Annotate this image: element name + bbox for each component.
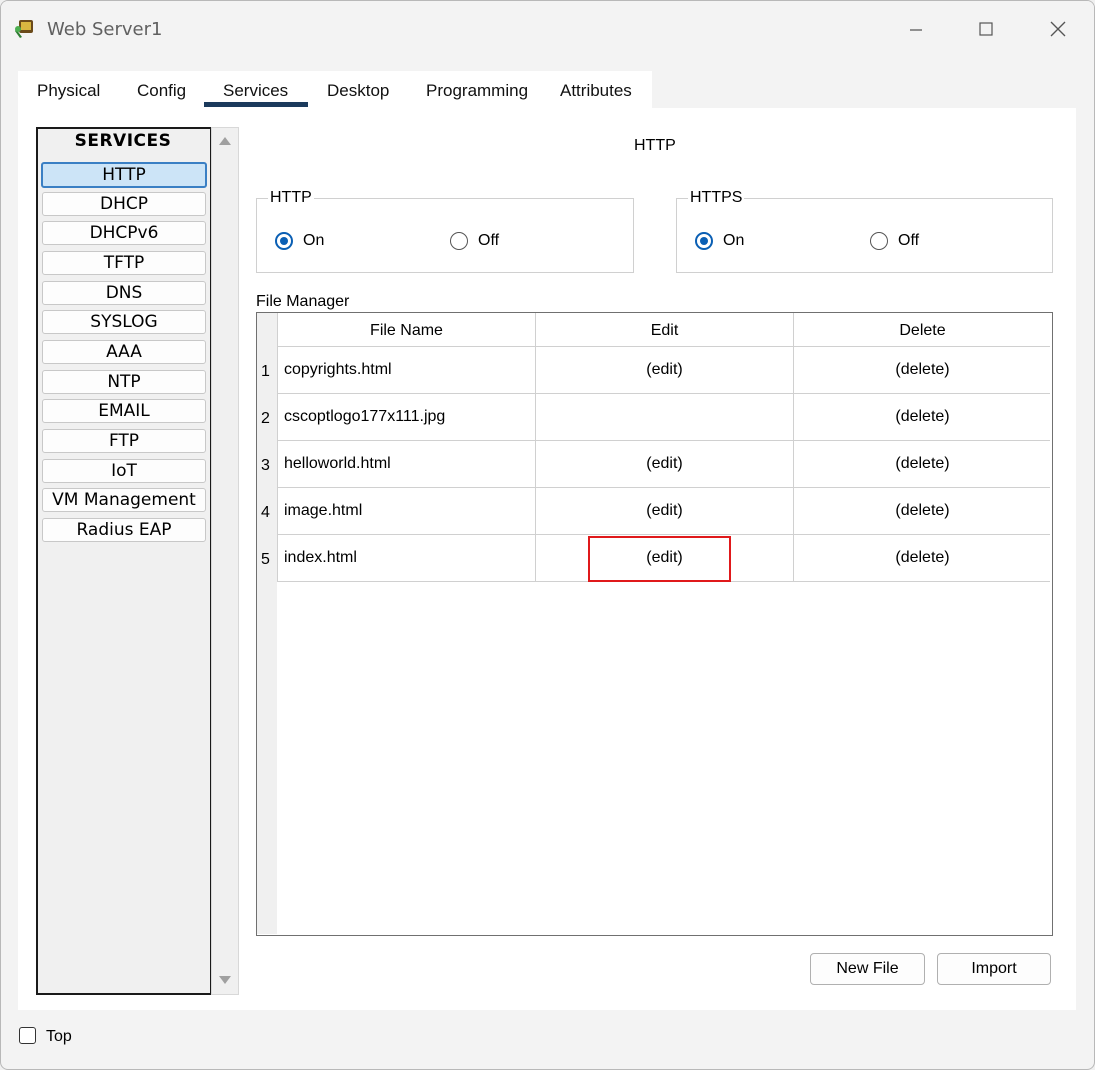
service-ftp[interactable]: FTP: [42, 429, 206, 453]
service-dhcp[interactable]: DHCP: [42, 192, 206, 216]
file-manager-label: File Manager: [256, 293, 350, 310]
http-group-label: HTTP: [268, 189, 314, 207]
file-name-cell: image.html: [284, 502, 363, 519]
col-header-delete[interactable]: Delete: [794, 322, 1051, 340]
edit-link[interactable]: (edit): [536, 502, 793, 520]
file-name-cell: cscoptlogo177x111.jpg: [284, 408, 446, 425]
service-iot[interactable]: IoT: [42, 459, 206, 483]
col-separator: [793, 313, 794, 581]
service-tftp[interactable]: TFTP: [42, 251, 206, 275]
row-number: 5: [261, 551, 270, 568]
title-bar: Web Server1: [1, 1, 1094, 57]
window-title: Web Server1: [47, 19, 163, 40]
close-button[interactable]: [1035, 11, 1081, 47]
https-on-label: On: [723, 232, 745, 249]
file-name-cell: copyrights.html: [284, 361, 392, 378]
service-dhcpv6[interactable]: DHCPv6: [42, 221, 206, 245]
scroll-up-icon[interactable]: [218, 136, 232, 146]
delete-link[interactable]: (delete): [794, 502, 1051, 520]
service-syslog[interactable]: SYSLOG: [42, 310, 206, 334]
tab-desktop[interactable]: Desktop: [327, 81, 389, 101]
service-radius-eap[interactable]: Radius EAP: [42, 518, 206, 542]
import-button[interactable]: Import: [937, 953, 1051, 985]
section-title: HTTP: [634, 137, 676, 154]
row-separator: [277, 440, 1050, 441]
row-number: 3: [261, 457, 270, 474]
radio-selected-icon: [275, 232, 293, 250]
web-server-window: Web Server1 Physical Config Services Des…: [0, 0, 1095, 1070]
radio-selected-icon: [695, 232, 713, 250]
delete-link[interactable]: (delete): [794, 361, 1051, 379]
col-header-file-name[interactable]: File Name: [278, 322, 535, 340]
tab-attributes[interactable]: Attributes: [560, 81, 632, 101]
tab-physical[interactable]: Physical: [37, 81, 100, 101]
https-group-label: HTTPS: [688, 189, 745, 207]
service-aaa[interactable]: AAA: [42, 340, 206, 364]
delete-link[interactable]: (delete): [794, 455, 1051, 473]
top-checkbox[interactable]: [19, 1027, 36, 1044]
col-separator: [277, 313, 278, 581]
row-number: 1: [261, 363, 270, 380]
row-separator: [277, 393, 1050, 394]
service-vm-management[interactable]: VM Management: [42, 488, 206, 512]
service-ntp[interactable]: NTP: [42, 370, 206, 394]
edit-link[interactable]: (edit): [536, 455, 793, 473]
col-separator: [535, 313, 536, 581]
top-checkbox-label: Top: [46, 1028, 72, 1045]
file-name-cell: index.html: [284, 549, 357, 566]
https-off-label: Off: [898, 232, 920, 249]
services-scrollbar[interactable]: [211, 127, 239, 995]
header-separator: [277, 346, 1050, 347]
delete-link[interactable]: (delete): [794, 408, 1051, 426]
http-off-radio[interactable]: Off: [450, 232, 499, 250]
http-on-label: On: [303, 232, 325, 249]
radio-empty-icon: [870, 232, 888, 250]
server-app-icon: [15, 20, 33, 38]
maximize-button[interactable]: [963, 11, 1009, 47]
http-off-label: Off: [478, 232, 500, 249]
close-icon: [1050, 21, 1066, 37]
https-on-radio[interactable]: On: [695, 232, 744, 250]
file-name-cell: helloworld.html: [284, 455, 391, 472]
service-email[interactable]: EMAIL: [42, 399, 206, 423]
services-header: SERVICES: [74, 131, 172, 151]
col-header-edit[interactable]: Edit: [536, 322, 793, 340]
row-separator: [277, 534, 1050, 535]
http-on-radio[interactable]: On: [275, 232, 324, 250]
https-off-radio[interactable]: Off: [870, 232, 919, 250]
row-header-strip: [257, 313, 277, 934]
row-number: 2: [261, 410, 270, 427]
row-number: 4: [261, 504, 270, 521]
scroll-down-icon[interactable]: [218, 975, 232, 985]
service-dns[interactable]: DNS: [42, 281, 206, 305]
highlight-box: [588, 536, 731, 582]
new-file-button[interactable]: New File: [810, 953, 925, 985]
file-manager-table: [256, 312, 1053, 936]
delete-link[interactable]: (delete): [794, 549, 1051, 567]
tab-programming[interactable]: Programming: [426, 81, 528, 101]
minimize-button[interactable]: [893, 11, 939, 47]
row-separator: [277, 487, 1050, 488]
tab-config[interactable]: Config: [137, 81, 186, 101]
maximize-icon: [979, 22, 993, 36]
tab-services[interactable]: Services: [223, 81, 288, 101]
edit-link[interactable]: (edit): [536, 361, 793, 379]
minimize-icon: [910, 29, 922, 31]
radio-empty-icon: [450, 232, 468, 250]
service-http[interactable]: HTTP: [41, 162, 207, 188]
active-tab-indicator: [204, 102, 308, 107]
